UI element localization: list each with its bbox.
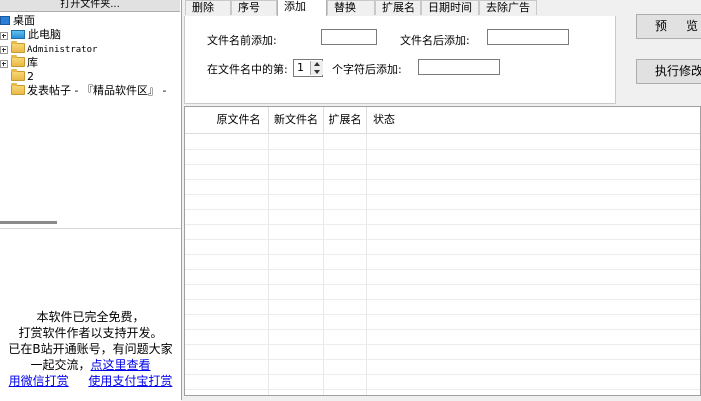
donation-info-panel: 本软件已完全免费， 打赏软件作者以支持开发。 已在B站开通账号，有问题大家 一起… [0,228,181,401]
grid-row-line [185,284,700,285]
execute-button[interactable]: 执行修改 [636,59,701,84]
tab-add[interactable]: 添加 [277,0,327,16]
prefix-label: 文件名前添加: [207,34,277,47]
position-label: 在文件名中的第: [207,63,288,76]
position-value: 1 [297,61,304,74]
column-header-extension[interactable]: 扩展名 [324,107,367,133]
left-panel: 打开文件夹... 桌面 此电脑 Administrator 库 2 发表帖子 -… [0,0,182,401]
expand-icon[interactable] [0,60,8,68]
stepper-up-icon[interactable] [310,61,323,68]
expand-icon[interactable] [0,46,8,54]
info-line: 打赏软件作者以支持开发。 [18,326,163,340]
grid-row-line [185,359,700,360]
file-grid[interactable]: 原文件名 新文件名 扩展名 状态 [184,106,701,396]
bilibili-link[interactable]: 点这里查看 [91,358,151,372]
folder-icon [11,41,25,53]
grid-row-line [185,254,700,255]
tab-extension[interactable]: 扩展名 [375,0,421,15]
tree-item-this-pc[interactable]: 此电脑 [0,28,61,42]
position-stepper[interactable]: 1 [293,59,323,77]
suffix-input[interactable] [487,29,569,45]
folder-icon [11,69,25,81]
prefix-input[interactable] [321,29,377,45]
grid-row-line [185,239,700,240]
folder-icon [11,83,25,95]
preview-button[interactable]: 预览 [636,14,701,39]
tab-remove-ads[interactable]: 去除广告 [479,0,537,15]
add-tab-page: 文件名前添加: 文件名后添加: 在文件名中的第: 1 个字符后添加: [184,16,616,104]
grid-row-line [185,149,700,150]
grid-row-line [185,329,700,330]
info-line: 一起交流，点这里查看 [30,358,151,372]
scrollbar-thumb[interactable] [0,221,57,224]
column-divider [323,133,324,395]
wechat-donate-link[interactable]: 用微信打赏 [9,374,69,388]
grid-row-line [185,314,700,315]
info-line: 已在B站开通账号，有问题大家 [8,342,173,356]
open-folder-button[interactable]: 打开文件夹... [0,0,180,12]
suffix-label: 文件名后添加: [400,34,470,47]
folder-tree[interactable]: 桌面 此电脑 Administrator 库 2 发表帖子 - 『精品软件区』 … [0,12,181,212]
grid-row-line [185,299,700,300]
grid-row-line [185,224,700,225]
column-divider [366,133,367,395]
tab-delete[interactable]: 删除 [185,0,231,15]
after-chars-label: 个字符后添加: [332,63,402,76]
tab-datetime[interactable]: 日期时间 [421,0,479,15]
tab-bar: 删除 序号 添加 替换 扩展名 日期时间 去除广告 [182,0,701,16]
grid-row-line [185,194,700,195]
grid-row-line [185,269,700,270]
column-header-original-name[interactable]: 原文件名 [185,107,269,133]
column-header-new-name[interactable]: 新文件名 [269,107,324,133]
grid-row-line [185,164,700,165]
grid-row-line [185,209,700,210]
tab-replace[interactable]: 替换 [327,0,375,15]
tree-item-desktop[interactable]: 桌面 [0,14,35,28]
tree-item-2[interactable]: 2 [0,69,34,84]
grid-header: 原文件名 新文件名 扩展名 状态 [185,107,700,134]
grid-row-line [185,374,700,375]
stepper-down-icon[interactable] [310,68,323,75]
right-panel: 删除 序号 添加 替换 扩展名 日期时间 去除广告 文件名前添加: 文件名后添加… [182,0,701,400]
desktop-icon [0,16,10,25]
expand-icon[interactable] [0,32,8,40]
column-header-status[interactable]: 状态 [367,107,407,133]
info-line: 本软件已完全免费， [36,310,145,324]
alipay-donate-link[interactable]: 使用支付宝打赏 [88,374,172,388]
column-divider [268,133,269,395]
grid-row-line [185,179,700,180]
donation-links: 用微信打赏 使用支付宝打赏 [0,373,181,389]
folder-icon [11,55,25,67]
tree-item-library[interactable]: 库 [0,55,38,70]
tree-item-post[interactable]: 发表帖子 - 『精品软件区』 - [0,83,166,98]
computer-icon [11,30,25,39]
after-chars-input[interactable] [418,59,500,75]
tree-item-administrator[interactable]: Administrator [0,41,97,56]
grid-row-line [185,389,700,390]
tab-sequence[interactable]: 序号 [231,0,277,15]
grid-row-line [185,344,700,345]
